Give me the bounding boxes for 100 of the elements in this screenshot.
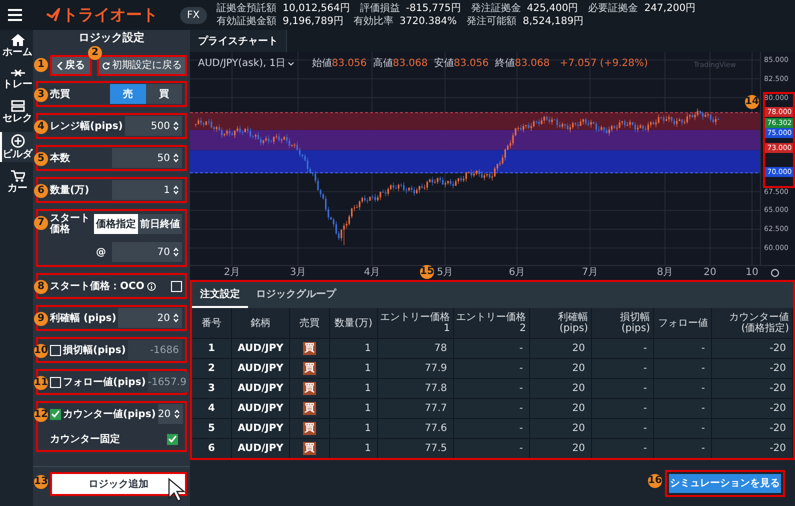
column-header: 銘柄	[232, 308, 290, 338]
side-badge: 買	[303, 422, 316, 435]
table-cell: -	[454, 339, 530, 358]
back-button[interactable]: 戻る	[50, 55, 92, 76]
column-header: 利確幅(pips)	[530, 308, 592, 338]
table-cell: -	[592, 339, 654, 358]
cart-icon	[10, 170, 24, 182]
checkbox[interactable]	[50, 408, 61, 420]
table-cell: -	[454, 439, 530, 458]
axis-label: 7月	[582, 267, 598, 279]
number-field[interactable]: -1686	[128, 340, 182, 360]
side-badge: 買	[303, 442, 316, 455]
table-cell: -	[592, 359, 654, 378]
column-header: 売買	[290, 308, 330, 338]
price-change: +7.057 (+9.28%)	[560, 57, 648, 71]
table-cell: 1	[330, 339, 378, 358]
table-cell: -	[654, 399, 712, 418]
checkbox[interactable]	[167, 434, 178, 444]
segment-option[interactable]: 買	[146, 84, 182, 104]
axis-label: 5月	[436, 267, 454, 279]
table-cell: 77.7	[378, 399, 454, 418]
step-marker: 10	[34, 344, 48, 358]
settings-icon[interactable]	[770, 268, 780, 278]
segment-option[interactable]: 売	[110, 84, 146, 104]
field-label: スタート価格：OCO	[50, 280, 144, 294]
table-cell: -20	[712, 359, 793, 378]
table-cell: 20	[530, 419, 592, 438]
nav-item[interactable]: ビルダ	[0, 132, 33, 162]
table-cell: -	[654, 359, 712, 378]
logo-icon	[46, 8, 60, 22]
add-logic-button[interactable]: ロジック追加	[50, 472, 187, 496]
stepper-icon[interactable]	[173, 153, 179, 163]
column-header: エントリー価格 1	[378, 308, 454, 338]
caret-icon	[288, 62, 294, 66]
number-field[interactable]: 1	[112, 180, 182, 200]
stepper-icon[interactable]	[173, 313, 179, 323]
step-marker: 12	[34, 408, 48, 422]
stat-value: 9,196,789円	[282, 16, 344, 28]
table-cell: -20	[712, 339, 793, 358]
checkbox[interactable]	[50, 376, 61, 388]
stepper-icon[interactable]	[173, 247, 179, 257]
symbol-selector[interactable]: AUD/JPY(ask), 1日	[198, 56, 294, 71]
nav-item[interactable]: トレー	[0, 66, 33, 92]
stat-value: 10,012,564円	[282, 2, 350, 14]
simulate-button[interactable]: シミュレーションを見る	[665, 470, 785, 496]
step-marker: 2	[88, 46, 102, 60]
segment-option[interactable]: 前日終値	[138, 214, 182, 234]
table-cell: -	[654, 339, 712, 358]
table-cell: -	[654, 419, 712, 438]
number-field[interactable]: 20	[158, 404, 183, 424]
number-field[interactable]: -1657.9	[148, 372, 190, 392]
reset-button[interactable]: 初期設定に戻る	[97, 55, 187, 76]
table-cell: 77.5	[378, 439, 454, 458]
table-cell: 20	[530, 359, 592, 378]
number-field[interactable]: 70	[112, 242, 182, 262]
table-cell: 20	[530, 439, 592, 458]
ohlc-value: 83.056	[332, 57, 367, 71]
table-cell: 6	[192, 439, 232, 458]
side-badge: 買	[303, 342, 316, 355]
ohlc-value: 83.068	[392, 57, 428, 71]
axis-label: 8月	[656, 267, 674, 279]
nav-item[interactable]: セレク	[0, 98, 33, 126]
plus-circle-icon	[10, 134, 24, 148]
stepper-icon[interactable]	[173, 121, 179, 131]
checkbox[interactable]	[50, 344, 61, 356]
step-marker: 16	[648, 474, 662, 488]
table-cell: -	[454, 359, 530, 378]
ohlc-label: 始値	[312, 57, 332, 71]
stat-value: -815,775円	[406, 2, 461, 14]
nav-item[interactable]: ホーム	[0, 32, 33, 60]
axis-label: 4月	[364, 267, 380, 279]
table-cell: -20	[712, 399, 793, 418]
stat-value: 8,524,189円	[522, 16, 584, 28]
stepper-icon[interactable]	[173, 185, 179, 195]
number-field[interactable]: 20	[118, 308, 182, 328]
table-cell: -20	[712, 379, 793, 398]
step-marker: 5	[34, 152, 48, 166]
stepper-icon[interactable]	[174, 409, 180, 419]
table-cell: -20	[712, 419, 793, 438]
side-badge: 買	[303, 362, 316, 375]
step-marker: 8	[34, 280, 48, 294]
menu-icon[interactable]	[8, 9, 22, 21]
field-label: 数量(万)	[50, 184, 90, 198]
table-cell: -	[454, 419, 530, 438]
chart-tab[interactable]: プライスチャート	[190, 30, 287, 52]
stat-label: 発注可能額	[466, 16, 517, 28]
column-header: 番号	[192, 308, 232, 338]
number-field[interactable]: 50	[112, 148, 182, 168]
segment-option[interactable]: 価格指定	[94, 214, 138, 234]
stat-value: 425,400円	[526, 2, 578, 14]
column-header: エントリー価格 2	[454, 308, 530, 338]
nav-item[interactable]: カー	[0, 168, 33, 196]
checkbox[interactable]	[171, 280, 182, 292]
info-icon[interactable]	[147, 282, 156, 290]
number-field[interactable]: 500	[124, 116, 182, 136]
ohlc-value: 83.056	[454, 57, 489, 71]
table-cell: -	[592, 399, 654, 418]
column-header: 損切幅(pips)	[592, 308, 654, 338]
at-label: @	[96, 246, 106, 260]
tab[interactable]: ロジックグループ	[248, 282, 344, 308]
